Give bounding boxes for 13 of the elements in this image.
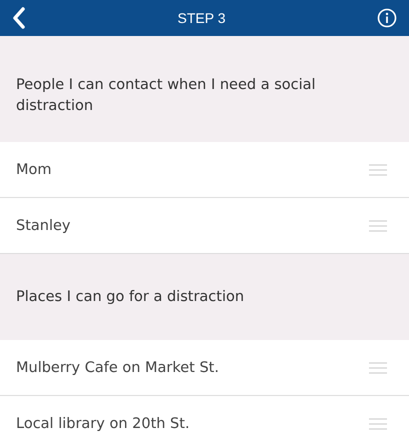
section-title: People I can contact when I need a social distraction — [16, 76, 317, 116]
back-icon[interactable] — [12, 7, 26, 29]
item-label: Local library on 20th St. — [16, 416, 190, 432]
drag-handle-icon[interactable] — [369, 362, 387, 374]
drag-handle-icon[interactable] — [369, 220, 387, 232]
drag-handle-icon[interactable] — [369, 418, 387, 430]
item-label: Mom — [16, 162, 52, 178]
item-label: Mulberry Cafe on Market St. — [16, 360, 219, 376]
drag-handle-icon[interactable] — [369, 164, 387, 176]
item-label: Stanley — [16, 218, 70, 234]
section-title: Places I can go for a distraction — [16, 288, 244, 306]
info-icon[interactable] — [377, 8, 397, 28]
screen-title: STEP 3 — [178, 10, 226, 26]
